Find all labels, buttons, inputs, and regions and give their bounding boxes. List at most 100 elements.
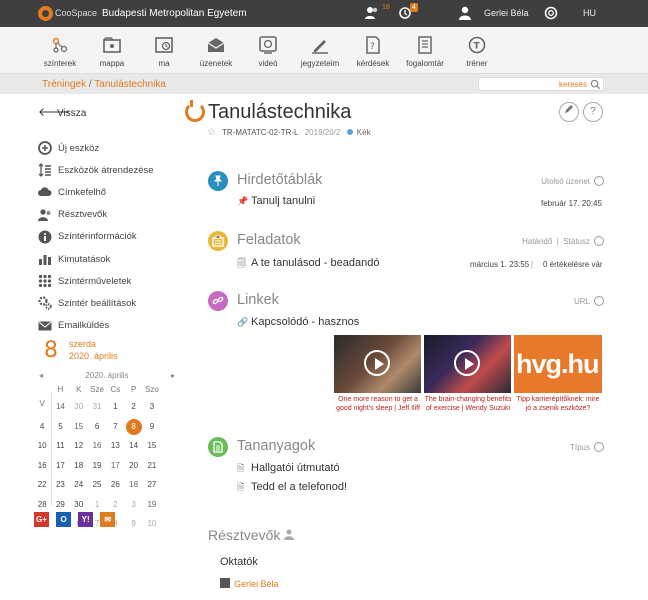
nav-trener[interactable]: T tréner — [450, 27, 504, 74]
breadcrumb-current[interactable]: Tanulástechnika — [94, 79, 166, 90]
sidebar-item-stats[interactable]: Kimutatások — [38, 248, 188, 270]
mail-app-icon[interactable]: ✉ — [100, 512, 116, 527]
calendar-day[interactable]: 30 — [70, 397, 88, 417]
star-icon[interactable]: ☆ — [207, 127, 216, 138]
calendar-day[interactable]: 17 — [51, 456, 69, 476]
calendar-day[interactable]: 23 — [51, 475, 69, 495]
calendar-day[interactable]: 24 — [70, 475, 88, 495]
calendar-day[interactable]: 26 — [106, 475, 124, 495]
calendar-day[interactable]: 13 — [106, 436, 124, 456]
list-item-tananyagok-1[interactable]: 🗎 Hallgatói útmutató — [237, 461, 340, 477]
calendar-weekday: Cs — [110, 385, 121, 394]
calendar-day[interactable]: 15 — [143, 436, 161, 456]
nav-uzenetek[interactable]: üzenetek — [189, 27, 243, 74]
section-sort-linkek[interactable]: URL — [574, 296, 604, 306]
sidebar-item-settings[interactable]: Színtér beállítások — [38, 292, 188, 314]
calendar-grid: H K Sze Cs P Szo V 14 30 31 1 2 3 4 5 15 6 7 8 9 10 11 12 16 13 1… — [33, 383, 180, 534]
calendar-day[interactable]: 18 — [70, 456, 88, 476]
calendar-day[interactable]: 3 — [143, 397, 161, 417]
language-switch[interactable]: HU — [583, 8, 596, 18]
yahoo-icon[interactable]: Y! — [78, 512, 94, 527]
outlook-icon[interactable]: O — [56, 512, 72, 527]
section-sort-hirdeto[interactable]: Utolsó üzenet — [541, 176, 604, 186]
calendar-day[interactable]: 10 — [33, 436, 51, 456]
course-tag[interactable]: Kék — [357, 128, 371, 137]
add-icon — [38, 141, 52, 155]
calendar-day[interactable]: 9 — [124, 514, 142, 534]
calendar-day[interactable]: 10 — [143, 514, 161, 534]
sidebar-item-participants[interactable]: Résztvevők — [38, 204, 188, 226]
list-item-tananyagok-2[interactable]: 🗎 Tedd el a telefonod! — [237, 480, 347, 496]
breadcrumb-trainings[interactable]: Tréningek — [42, 79, 86, 90]
calendar-day[interactable]: 14 — [124, 436, 142, 456]
back-link[interactable]: 🡐Vissza — [38, 104, 86, 119]
link-thumbnail-hvg[interactable]: hvg.hu — [514, 335, 602, 393]
nav-szinterek[interactable]: színterek — [33, 27, 87, 74]
thumb-caption-1[interactable]: One more reason to get a good night's sl… — [334, 395, 422, 413]
list-item-feladatok[interactable]: 🗐 A te tanulásod - beadandó — [237, 256, 379, 272]
calendar-next-button[interactable]: ▸ — [171, 369, 175, 383]
list-item-linkek[interactable]: 🔗 Kapcsolódó - hasznos — [237, 316, 359, 328]
user-name[interactable]: Gerlei Béla — [484, 8, 529, 18]
section-title-feladatok[interactable]: Feladatok — [237, 232, 301, 248]
video-thumbnail-2[interactable] — [424, 335, 511, 393]
section-sort-tananyagok[interactable]: Típus — [570, 442, 604, 452]
list-item-hirdeto[interactable]: 📌 Tanulj tanulni — [237, 195, 315, 207]
calendar-day[interactable]: 19 — [88, 456, 106, 476]
calendar-day[interactable]: 4 — [33, 417, 51, 437]
search-input[interactable] — [482, 79, 587, 90]
calendar-day[interactable]: 25 — [88, 475, 106, 495]
sidebar-item-tagcloud[interactable]: Címkefelhő — [38, 181, 188, 203]
nav-fogalomtar[interactable]: fogalomtár — [398, 27, 452, 74]
calendar-prev-button[interactable]: ◂ — [39, 369, 43, 383]
calendar-day[interactable]: 22 — [33, 475, 51, 495]
section-title-linkek[interactable]: Linkek — [237, 292, 279, 308]
calendar-day[interactable]: 2 — [124, 397, 142, 417]
sidebar-item-operations[interactable]: Színtérműveletek — [38, 270, 188, 292]
calendar-day[interactable]: 6 — [88, 417, 106, 437]
calendar-day[interactable]: 20 — [124, 456, 142, 476]
document-icon: 🗎 — [237, 482, 245, 492]
calendar-day[interactable]: 21 — [143, 456, 161, 476]
help-button[interactable]: ? — [583, 102, 603, 122]
user-icon[interactable] — [458, 6, 472, 20]
video-thumbnail-1[interactable] — [334, 335, 421, 393]
nav-ma[interactable]: ma — [137, 27, 191, 74]
calendar-day[interactable]: 31 — [88, 397, 106, 417]
support-icon[interactable] — [544, 6, 558, 20]
nav-kerdesek[interactable]: ? kérdések — [346, 27, 400, 74]
sidebar-item-email[interactable]: Emailküldés — [38, 315, 188, 337]
calendar-day[interactable]: 7 — [106, 417, 124, 437]
teacher-link[interactable]: Gerlei Béla — [220, 578, 279, 589]
sidebar-item-new-tool[interactable]: Új eszköz — [38, 137, 188, 159]
sidebar-item-info[interactable]: Színtérinformációk — [38, 226, 188, 248]
edit-button[interactable] — [559, 102, 579, 122]
thumb-caption-2[interactable]: The brain-changing benefits of exercise … — [424, 395, 512, 413]
section-title-participants[interactable]: Résztvevők — [208, 527, 296, 543]
calendar-day[interactable]: 3 — [124, 495, 142, 515]
calendar-day[interactable]: 5 — [51, 417, 69, 437]
users-icon[interactable] — [365, 6, 379, 20]
item-status-feladatok: 0 értékelésre vár — [543, 260, 603, 269]
section-sort-feladatok[interactable]: Határidő | Státusz — [522, 236, 604, 246]
nav-video[interactable]: videó — [241, 27, 295, 74]
calendar-day[interactable]: 11 — [51, 436, 69, 456]
nav-jegyzeteim[interactable]: jegyzeteim — [293, 27, 347, 74]
coospace-logo-icon[interactable] — [38, 6, 53, 21]
calendar-day[interactable]: 1 — [106, 397, 124, 417]
clock-icon — [594, 236, 604, 246]
search-icon[interactable] — [590, 79, 601, 90]
calendar-day[interactable]: 16 — [33, 456, 51, 476]
page-title: Tanulástechnika — [208, 101, 352, 123]
section-title-tananyagok[interactable]: Tananyagok — [237, 438, 315, 454]
nav-mappa[interactable]: mappa — [85, 27, 139, 74]
pin-icon: 📌 — [237, 196, 249, 206]
calendar-day[interactable]: 27 — [143, 475, 161, 495]
google-plus-icon[interactable]: G+ — [34, 512, 49, 527]
section-title-hirdeto[interactable]: Hirdetőtáblák — [237, 172, 322, 188]
calendar-day-today[interactable]: 8 — [124, 417, 142, 437]
calendar-day[interactable]: 9 — [143, 417, 161, 437]
calendar-day[interactable]: 12 — [70, 436, 88, 456]
thumb-caption-3[interactable]: Tipp karrierépítőknek: mire jó a zsenik … — [514, 395, 602, 413]
sidebar-item-reorder[interactable]: Eszközök átrendezése — [38, 159, 188, 181]
